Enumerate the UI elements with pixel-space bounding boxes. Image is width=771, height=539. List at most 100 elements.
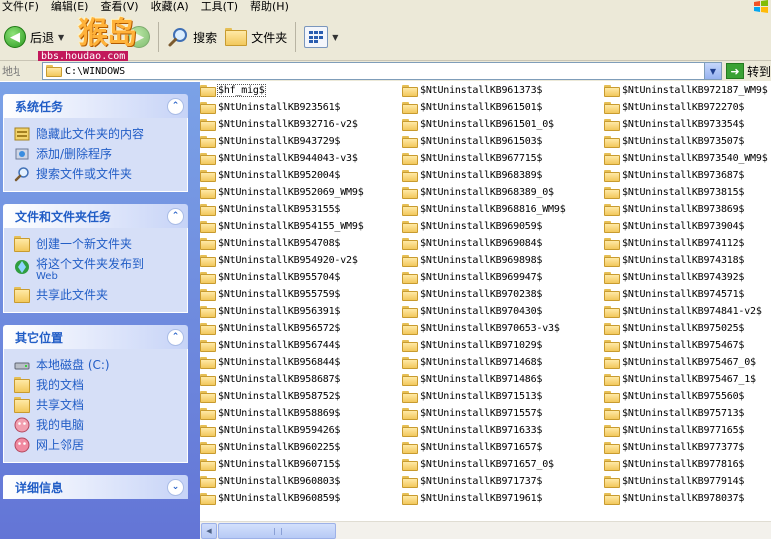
scroll-left-button[interactable]: ◀ [201,523,217,539]
file-folder-tasks-header[interactable]: 文件和文件夹任务 ⌃ [3,204,188,228]
folder-item[interactable]: $NtUninstallKB971557$ [402,405,602,422]
folder-item[interactable]: $NtUninstallKB974112$ [604,235,771,252]
collapse-chevron-icon[interactable]: ⌃ [167,97,184,115]
folder-item[interactable]: $NtUninstallKB977377$ [604,439,771,456]
folder-item[interactable]: $NtUninstallKB971737$ [402,473,602,490]
back-button[interactable]: ◀ 后退 ▼ [0,20,68,54]
folder-item[interactable]: $NtUninstallKB973815$ [604,184,771,201]
menu-edit[interactable]: 编辑(E) [45,0,95,14]
place-shared-documents[interactable]: 共享文档 [14,395,181,415]
folder-item[interactable]: $NtUninstallKB960715$ [200,456,400,473]
folder-item[interactable]: $NtUninstallKB923561$ [200,99,400,116]
folder-item[interactable]: $NtUninstallKB971513$ [402,388,602,405]
folder-item[interactable]: $NtUninstallKB956572$ [200,320,400,337]
folder-item[interactable]: $NtUninstallKB961501$ [402,99,602,116]
folder-item[interactable]: $NtUninstallKB958869$ [200,405,400,422]
folder-item[interactable]: $NtUninstallKB977914$ [604,473,771,490]
scrollbar-thumb[interactable] [218,523,336,539]
folder-item[interactable]: $NtUninstallKB944043-v3$ [200,150,400,167]
folder-item[interactable]: $NtUninstallKB972270$ [604,99,771,116]
folder-item[interactable]: $NtUninstallKB974318$ [604,252,771,269]
system-tasks-header[interactable]: 系统任务 ⌃ [3,94,188,118]
place-local-disk[interactable]: 本地磁盘 (C:) [14,355,181,375]
folder-item[interactable]: $NtUninstallKB978037$ [604,490,771,507]
folder-item[interactable]: $NtUninstallKB974392$ [604,269,771,286]
place-network[interactable]: 网上邻居 [14,435,181,455]
folder-item[interactable]: $NtUninstallKB955704$ [200,269,400,286]
folder-item[interactable]: $NtUninstallKB974571$ [604,286,771,303]
folder-item[interactable]: $NtUninstallKB969947$ [402,269,602,286]
folder-item[interactable]: $hf_mig$ [200,82,400,99]
menu-favorites[interactable]: 收藏(A) [145,0,195,14]
folder-item[interactable]: $NtUninstallKB973540_WM9$ [604,150,771,167]
folder-item[interactable]: $NtUninstallKB975467$ [604,337,771,354]
folder-item[interactable]: $NtUninstallKB971486$ [402,371,602,388]
folder-item[interactable]: $NtUninstallKB977816$ [604,456,771,473]
task-search-files[interactable]: 搜索文件或文件夹 [14,164,181,184]
folder-item[interactable]: $NtUninstallKB956391$ [200,303,400,320]
folder-item[interactable]: $NtUninstallKB961503$ [402,133,602,150]
folder-item[interactable]: $NtUninstallKB967715$ [402,150,602,167]
task-share-folder[interactable]: 共享此文件夹 [14,285,181,305]
views-button[interactable]: ▼ [300,20,342,54]
folder-item[interactable]: $NtUninstallKB969898$ [402,252,602,269]
folder-item[interactable]: $NtUninstallKB954708$ [200,235,400,252]
folder-item[interactable]: $NtUninstallKB956744$ [200,337,400,354]
chevron-down-icon[interactable]: ▼ [703,63,721,79]
folder-item[interactable]: $NtUninstallKB971657_0$ [402,456,602,473]
folder-item[interactable]: $NtUninstallKB971029$ [402,337,602,354]
folder-item[interactable]: $NtUninstallKB960803$ [200,473,400,490]
folder-item[interactable]: $NtUninstallKB969084$ [402,235,602,252]
menu-file[interactable]: 文件(F) [0,0,45,14]
folder-item[interactable]: $NtUninstallKB975560$ [604,388,771,405]
folder-item[interactable]: $NtUninstallKB971657$ [402,439,602,456]
folder-item[interactable]: $NtUninstallKB974841-v2$ [604,303,771,320]
folder-item[interactable]: $NtUninstallKB973507$ [604,133,771,150]
folder-item[interactable]: $NtUninstallKB975467_0$ [604,354,771,371]
folder-item[interactable]: $NtUninstallKB970430$ [402,303,602,320]
search-button[interactable]: 搜索 [163,20,221,54]
folder-item[interactable]: $NtUninstallKB975713$ [604,405,771,422]
folder-item[interactable]: $NtUninstallKB943729$ [200,133,400,150]
menu-view[interactable]: 查看(V) [94,0,144,14]
folder-item[interactable]: $NtUninstallKB968389_0$ [402,184,602,201]
folder-item[interactable]: $NtUninstallKB932716-v2$ [200,116,400,133]
folder-item[interactable]: $NtUninstallKB972187_WM9$ [604,82,771,99]
folder-item[interactable]: $NtUninstallKB952069_WM9$ [200,184,400,201]
other-places-header[interactable]: 其它位置 ⌃ [3,325,188,349]
menu-tools[interactable]: 工具(T) [195,0,244,14]
folder-item[interactable]: $NtUninstallKB971468$ [402,354,602,371]
folder-item[interactable]: $NtUninstallKB970653-v3$ [402,320,602,337]
folder-item[interactable]: $NtUninstallKB960859$ [200,490,400,507]
chevron-down-icon[interactable]: ▼ [332,33,338,42]
horizontal-scrollbar[interactable]: ◀ [200,521,771,539]
folder-item[interactable]: $NtUninstallKB961373$ [402,82,602,99]
expand-chevron-icon[interactable]: ⌄ [167,478,184,496]
folder-item[interactable]: $NtUninstallKB958752$ [200,388,400,405]
folder-item[interactable]: $NtUninstallKB973354$ [604,116,771,133]
place-my-documents[interactable]: 我的文档 [14,375,181,395]
collapse-chevron-icon[interactable]: ⌃ [167,207,184,225]
chevron-down-icon[interactable]: ▼ [58,33,64,42]
folders-button[interactable]: 文件夹 [221,20,291,54]
folder-item[interactable]: $NtUninstallKB971961$ [402,490,602,507]
folder-item[interactable]: $NtUninstallKB961501_0$ [402,116,602,133]
folder-item[interactable]: $NtUninstallKB973687$ [604,167,771,184]
folder-item[interactable]: $NtUninstallKB975025$ [604,320,771,337]
go-button[interactable]: ➜ 转到 [725,63,771,80]
folder-item[interactable]: $NtUninstallKB955759$ [200,286,400,303]
folder-item[interactable]: $NtUninstallKB969059$ [402,218,602,235]
folder-item[interactable]: $NtUninstallKB977165$ [604,422,771,439]
folder-item[interactable]: $NtUninstallKB956844$ [200,354,400,371]
folder-item[interactable]: $NtUninstallKB975467_1$ [604,371,771,388]
folder-item[interactable]: $NtUninstallKB959426$ [200,422,400,439]
folder-item[interactable]: $NtUninstallKB971633$ [402,422,602,439]
folder-item[interactable]: $NtUninstallKB953155$ [200,201,400,218]
forward-button[interactable]: ▶ [124,20,154,54]
folder-item[interactable]: $NtUninstallKB973869$ [604,201,771,218]
folder-item[interactable]: $NtUninstallKB968816_WM9$ [402,201,602,218]
folder-item[interactable]: $NtUninstallKB958687$ [200,371,400,388]
task-publish-web[interactable]: 将这个文件夹发布到 Web [14,254,181,285]
folder-item[interactable]: $NtUninstallKB952004$ [200,167,400,184]
folder-item[interactable]: $NtUninstallKB954920-v2$ [200,252,400,269]
